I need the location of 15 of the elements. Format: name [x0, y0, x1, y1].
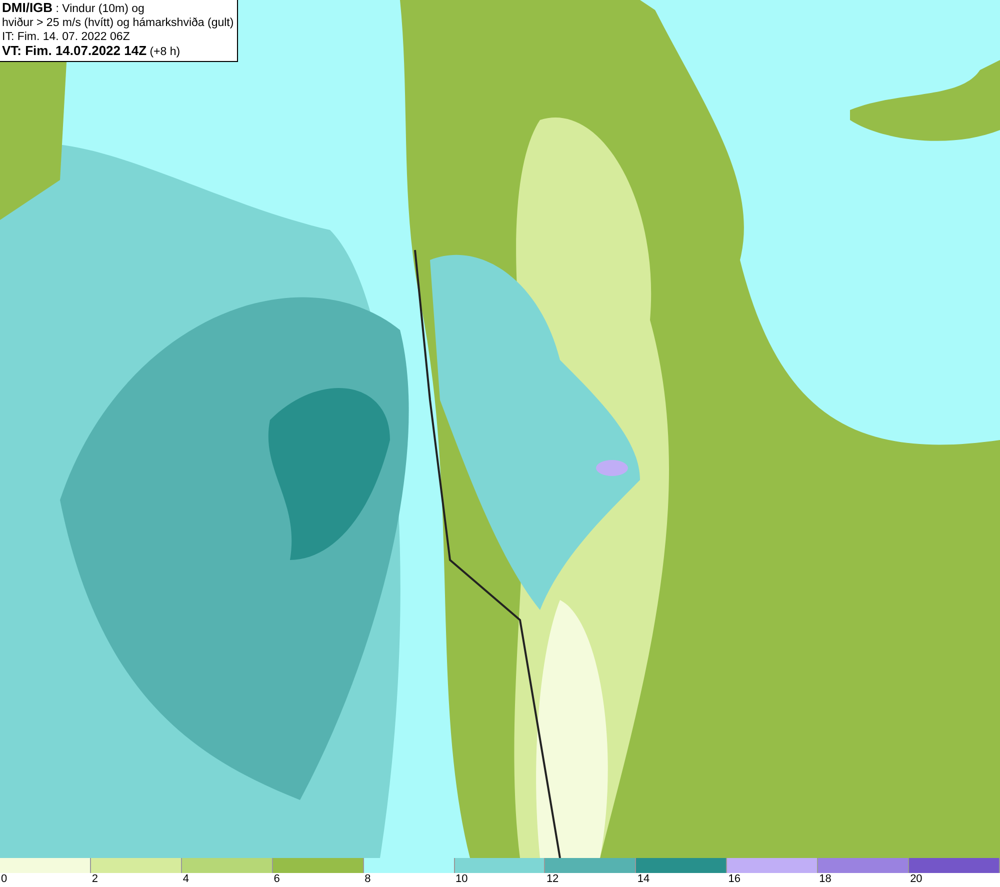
legend-label: 4 — [182, 873, 189, 886]
legend-label: 0 — [0, 873, 8, 886]
legend-label: 18 — [818, 873, 832, 886]
legend-label: 10 — [454, 873, 468, 886]
legend-label: 20 — [909, 873, 922, 886]
info-text: hviður > 25 m/s (hvítt) og hámarkshviða (gult) — [2, 16, 234, 30]
legend-label: 12 — [545, 873, 559, 886]
info-text: DMI/IGB : Vindur (10m) og — [2, 1, 146, 16]
info-text: IT: Fim. 14. 07. 2022 06Z — [2, 30, 131, 44]
legend-label: 16 — [727, 873, 740, 886]
legend-label: 14 — [636, 873, 650, 886]
legend-label: 8 — [364, 873, 371, 886]
legend-label: 2 — [90, 873, 98, 886]
legend-label: 6 — [272, 873, 280, 886]
info-text: VT: Fim. 14.07.2022 14Z (+8 h) — [2, 44, 182, 59]
